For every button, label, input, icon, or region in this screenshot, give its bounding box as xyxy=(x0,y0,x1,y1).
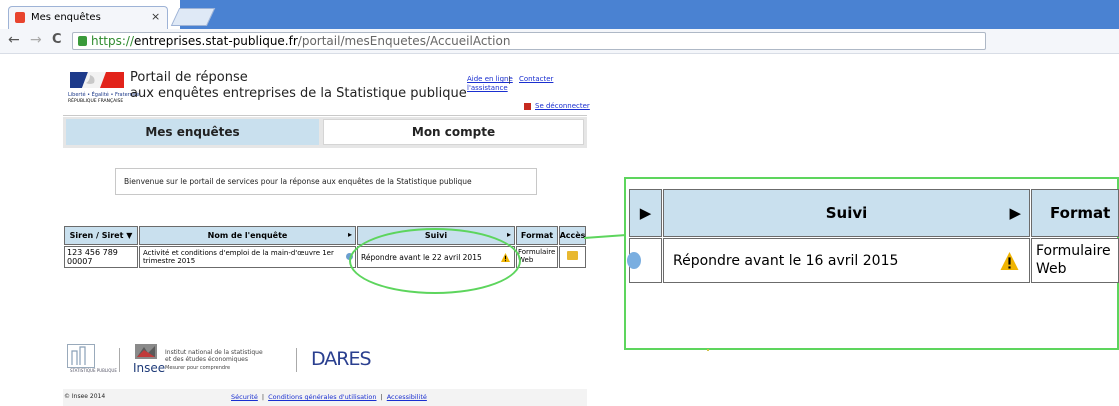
contact-link[interactable]: Contacter xyxy=(519,75,553,83)
marianne-logo xyxy=(68,70,124,90)
zoom-format-line2: Web xyxy=(1036,261,1067,277)
footer-link-securite[interactable]: Sécurité xyxy=(231,393,258,401)
stray-dot xyxy=(707,349,709,351)
portal-title-line2: aux enquêtes entreprises de la Statistiq… xyxy=(130,86,467,101)
zoom-info-cell xyxy=(627,238,662,283)
ssp-logo-text: STATISTIQUE PUBLIQUE xyxy=(70,368,117,373)
zoom-sort-arrow-icon: ▶ xyxy=(1009,204,1021,222)
url-text: https://entreprises.stat-publique.fr/por… xyxy=(91,34,510,48)
cell-nom-enquete: Activité et conditions d'emploi de la ma… xyxy=(139,246,356,268)
tab-close-icon[interactable]: × xyxy=(151,10,160,23)
statistique-publique-logo xyxy=(67,344,95,368)
open-survey-folder-icon[interactable] xyxy=(567,251,578,260)
highlight-ellipse xyxy=(349,228,521,294)
browser-nav-bar: ← → C https://entreprises.stat-publique.… xyxy=(0,29,1119,54)
zoom-format-header: Format xyxy=(1031,189,1119,237)
zoom-suivi-cell: Répondre avant le 16 avril 2015 xyxy=(663,238,1030,283)
column-header-nom[interactable]: Nom de l'enquête ▸ xyxy=(139,226,356,245)
insee-tagline: Mesurer pour comprendre xyxy=(165,365,231,371)
ssp-mark-icon xyxy=(71,346,86,365)
lock-icon xyxy=(78,36,87,46)
url-host: entreprises.stat-publique.fr xyxy=(134,34,298,48)
tab-mon-compte[interactable]: Mon compte xyxy=(323,119,584,145)
column-header-siret[interactable]: Siren / Siret ▼ xyxy=(64,226,138,245)
browser-tab-strip-fill xyxy=(180,0,1119,29)
cell-siret: 123 456 789 00007 xyxy=(64,246,138,268)
zoom-suivi-header-label: Suivi xyxy=(825,204,868,222)
sort-arrow-icon: ▸ xyxy=(506,230,511,239)
info-icon xyxy=(627,252,641,269)
browser-tab-title: Mes enquêtes xyxy=(31,12,101,23)
footer-link-accessibilite[interactable]: Accessibilité xyxy=(387,393,427,401)
column-header-format: Format xyxy=(516,226,558,245)
dares-logo: DARES xyxy=(311,348,372,370)
footer-separator xyxy=(119,348,120,372)
welcome-message: Bienvenue sur le portail de services pou… xyxy=(115,168,537,195)
header-divider xyxy=(63,115,587,116)
sort-arrow-icon: ▸ xyxy=(347,230,352,239)
zoom-suivi-text: Répondre avant le 16 avril 2015 xyxy=(673,252,899,269)
header-link-separator: | xyxy=(508,75,511,84)
browser-tab[interactable]: Mes enquêtes × xyxy=(8,6,168,29)
insee-mark-icon xyxy=(135,344,157,359)
favicon-icon xyxy=(15,12,25,23)
contact-link-line2[interactable]: l'assistance xyxy=(467,84,508,92)
forward-arrow-icon[interactable]: → xyxy=(30,32,42,48)
column-header-nom-label: Nom de l'enquête xyxy=(207,231,288,240)
insee-wordmark: Insee xyxy=(133,361,166,375)
copyright: © Insee 2014 xyxy=(64,393,106,400)
cell-nom-text: Activité et conditions d'emploi de la ma… xyxy=(143,249,334,265)
url-path: /portail/mesEnquetes/AccueilAction xyxy=(297,34,511,48)
insee-name-line1: Institut national de la statistique xyxy=(165,349,263,356)
footer-link-separator: | xyxy=(380,393,383,401)
url-scheme: https:// xyxy=(91,34,135,48)
footer-link-separator: | xyxy=(261,393,265,401)
logout-link[interactable]: Se déconnecter xyxy=(535,102,590,110)
footer-separator xyxy=(296,348,297,372)
footer-link-cgu[interactable]: Conditions générales d'utilisation xyxy=(268,393,376,401)
cell-format: Formulaire Web xyxy=(516,246,558,268)
insee-name-line2: et des études économiques xyxy=(165,356,248,363)
column-header-acces: Accès xyxy=(559,226,586,245)
warning-icon xyxy=(1000,252,1019,270)
zoom-format-line1: Formulaire xyxy=(1036,243,1111,259)
insee-logo-mark xyxy=(135,344,157,359)
back-arrow-icon[interactable]: ← xyxy=(8,32,20,48)
help-link[interactable]: Aide en ligne xyxy=(467,75,513,83)
portal-title-line1: Portail de réponse xyxy=(130,70,248,85)
logo-republique: RÉPUBLIQUE FRANÇAISE xyxy=(68,99,124,104)
logout-icon[interactable] xyxy=(524,103,531,110)
tab-mes-enquetes[interactable]: Mes enquêtes xyxy=(66,119,319,145)
logo-motto: Liberté • Égalité • Fraternité xyxy=(68,92,140,98)
footer-links: Sécurité | Conditions générales d'utilisat… xyxy=(231,393,427,401)
zoom-suivi-header: Suivi ▶ xyxy=(663,189,1030,237)
zoom-format-cell: Formulaire Web xyxy=(1031,238,1119,283)
address-bar[interactable]: https://entreprises.stat-publique.fr/por… xyxy=(72,32,986,50)
reload-icon[interactable]: C xyxy=(52,32,62,47)
zoom-arrow-header: ▶ xyxy=(629,189,662,237)
